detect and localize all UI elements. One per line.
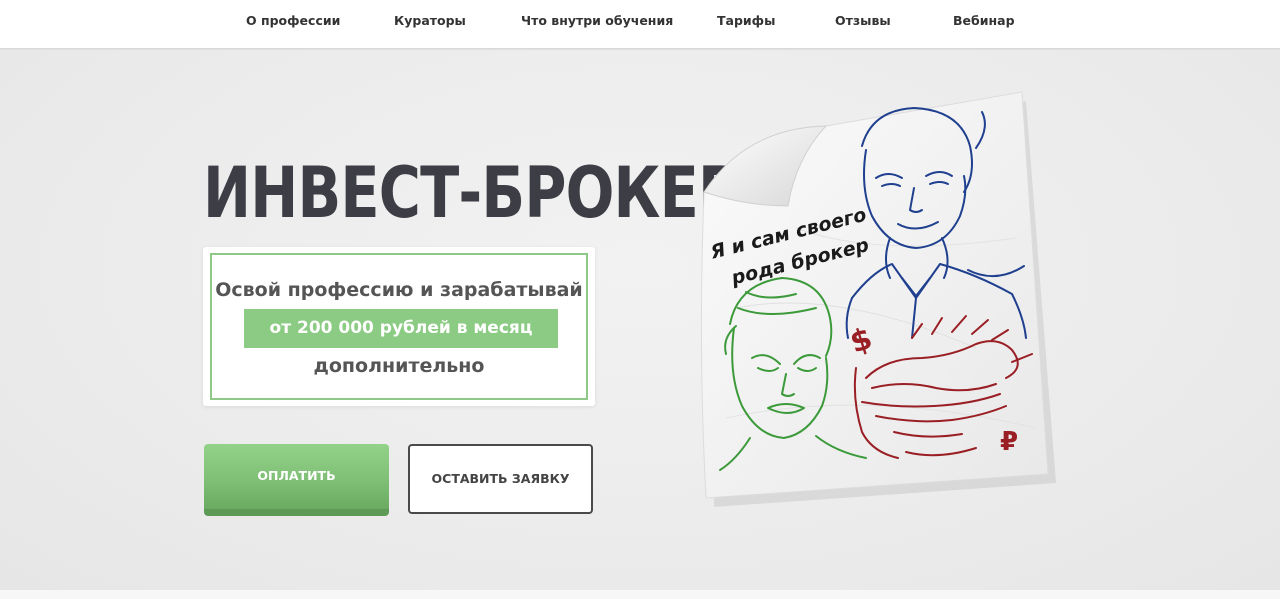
nav-item-pricing[interactable]: Тарифы	[717, 13, 775, 28]
page-title: ИНВЕСТ-БРОКЕР	[203, 152, 740, 234]
pay-button[interactable]: ОПЛАТИТЬ	[204, 444, 389, 516]
leave-request-button[interactable]: ОСТАВИТЬ ЗАЯВКУ	[408, 444, 593, 514]
nav-item-course-content[interactable]: Что внутри обучения	[521, 13, 673, 28]
nav-item-reviews[interactable]: Отзывы	[835, 13, 891, 28]
offer-card: Освой профессию и зарабатывай от 200 000…	[203, 247, 595, 406]
offer-frame: Освой профессию и зарабатывай от 200 000…	[210, 253, 588, 400]
top-navigation: О профессии Кураторы Что внутри обучения…	[0, 0, 1280, 49]
offer-headline: Освой профессию и зарабатывай	[215, 279, 583, 301]
offer-suffix: дополнительно	[313, 355, 485, 377]
nav-item-webinar[interactable]: Вебинар	[953, 13, 1015, 28]
nav-item-about-profession[interactable]: О профессии	[246, 13, 340, 28]
income-highlight: от 200 000 рублей в месяц	[244, 309, 558, 348]
ruble-icon: ₽	[1000, 427, 1018, 457]
nav-item-curators[interactable]: Кураторы	[394, 13, 466, 28]
hero-section	[0, 50, 1280, 590]
section-divider	[0, 590, 1280, 599]
handshake-illustration: Я и сам своего рода брокер $ ₽	[676, 88, 1056, 508]
